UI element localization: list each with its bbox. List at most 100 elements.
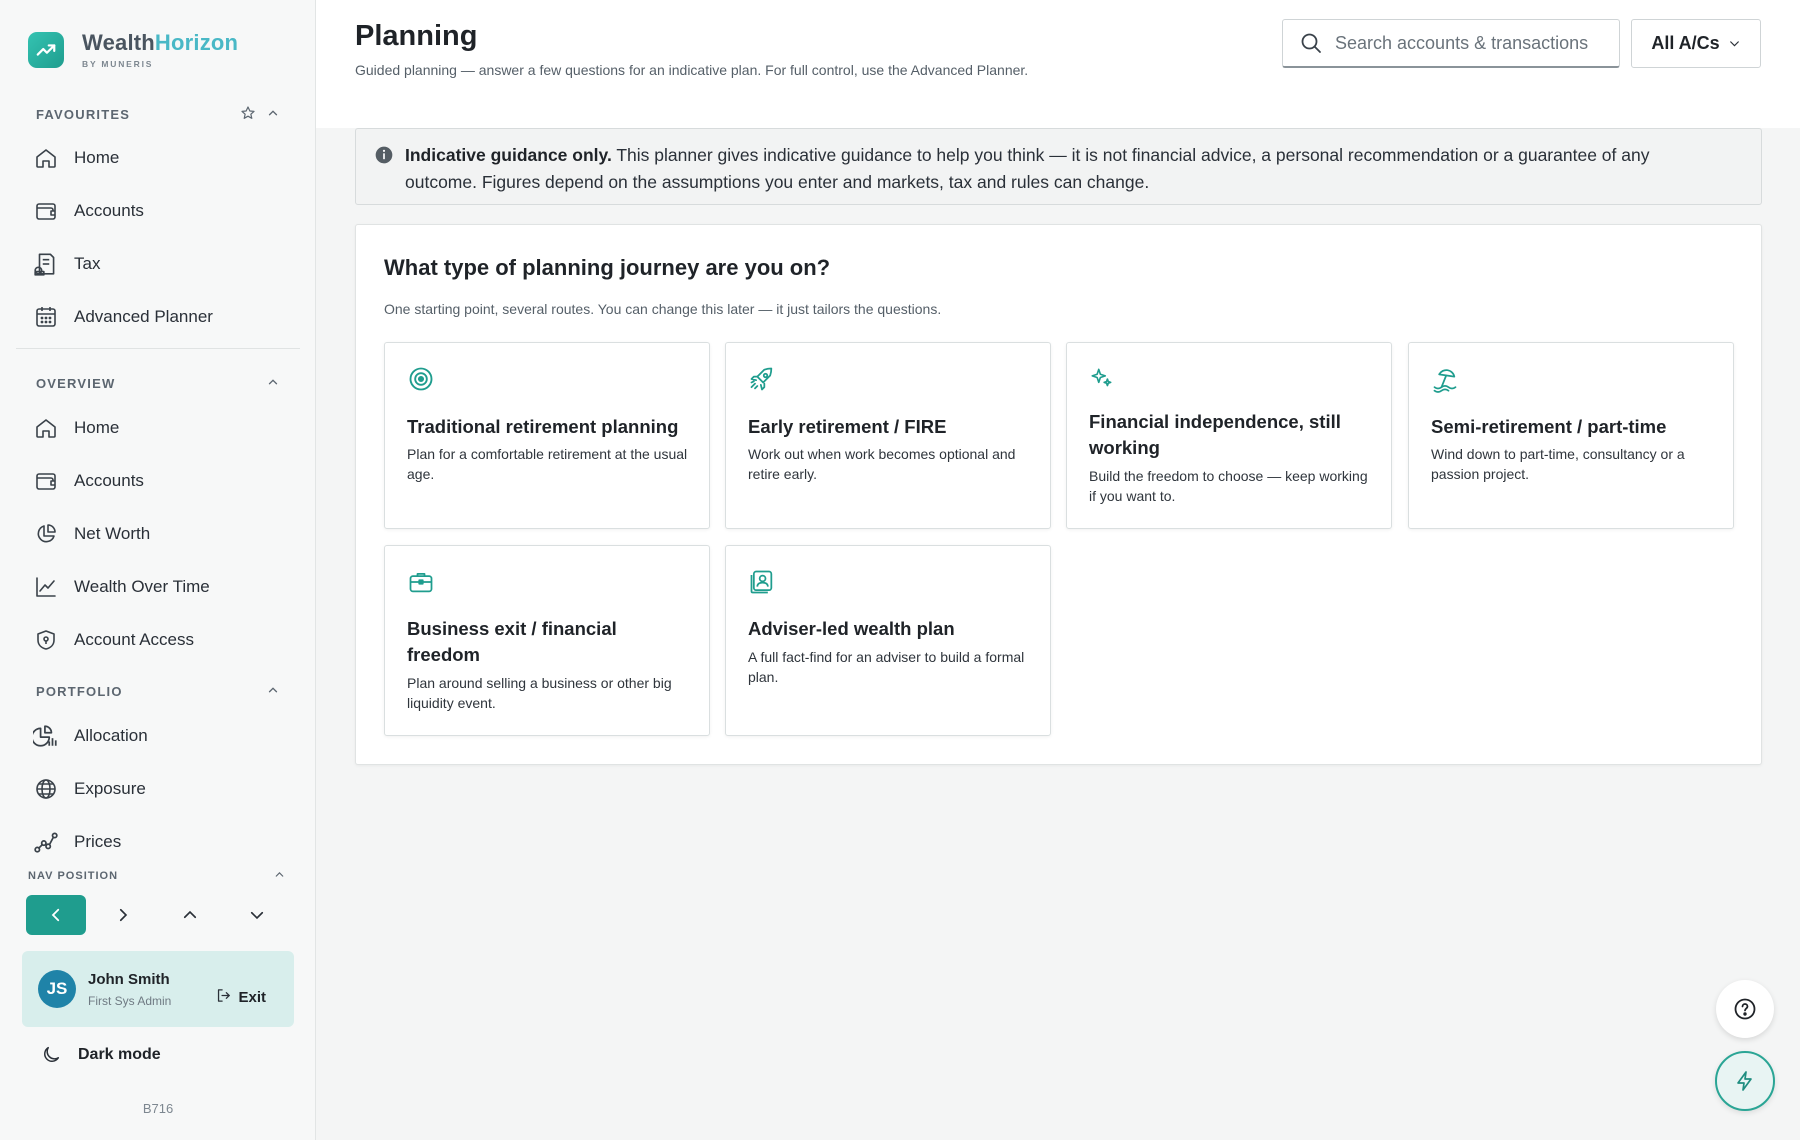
chevron-up-icon[interactable]: [266, 683, 280, 700]
pie-chart-icon: [32, 520, 60, 548]
dark-mode-toggle[interactable]: Dark mode: [40, 1044, 161, 1066]
tax-icon: [32, 250, 60, 278]
journey-card-title: Business exit / financial freedom: [407, 618, 617, 665]
journey-card-title: Traditional retirement planning: [407, 416, 679, 437]
trend-up-icon: [28, 31, 64, 68]
nav-position-header[interactable]: NAV POSITION: [28, 868, 286, 884]
sidebar-item-label: Accounts: [74, 471, 144, 490]
account-select-value: All A/Cs: [1651, 33, 1720, 53]
sidebar-item-label: Exposure: [74, 779, 146, 798]
account-select[interactable]: All A/Cs: [1631, 19, 1761, 68]
nav-position-title: NAV POSITION: [28, 870, 119, 882]
sidebar-item-label: Tax: [74, 254, 101, 273]
sidebar-item-home[interactable]: Home: [32, 406, 282, 450]
sidebar-item-fav-accounts[interactable]: Accounts: [32, 189, 282, 233]
nav-position-top-button[interactable]: [160, 895, 220, 935]
journey-card-title: Semi-retirement / part-time: [1431, 416, 1667, 437]
disclaimer-text: Indicative guidance only. This planner g…: [405, 142, 1721, 196]
help-icon: [1733, 997, 1757, 1021]
journey-card-desc: A full fact-find for an adviser to build…: [748, 649, 1025, 685]
sidebar-item-accounts[interactable]: Accounts: [32, 459, 282, 503]
journey-card-title: Adviser-led wealth plan: [748, 618, 955, 639]
sidebar-divider: [16, 348, 300, 349]
info-icon: [374, 145, 394, 170]
page-title: Planning: [355, 20, 478, 52]
sidebar-item-fav-advanced-planner[interactable]: Advanced Planner: [32, 295, 282, 339]
shield-icon: [32, 626, 60, 654]
sidebar-item-label: Advanced Planner: [74, 307, 213, 326]
logout-icon: [215, 987, 232, 1008]
search-icon: [1299, 31, 1323, 55]
sidebar-item-exposure[interactable]: Exposure: [32, 767, 282, 811]
journey-card-traditional-retirement[interactable]: Traditional retirement planning Plan for…: [384, 342, 710, 529]
journey-card-financial-independence[interactable]: Financial independence, still working Bu…: [1066, 342, 1392, 529]
nav-position-controls: [26, 895, 287, 935]
sidebar-item-prices[interactable]: Prices: [32, 820, 282, 864]
user-card: JS John Smith First Sys Admin Exit: [22, 951, 294, 1027]
sidebar-item-wealth-over-time[interactable]: Wealth Over Time: [32, 565, 282, 609]
chevron-up-icon[interactable]: [273, 868, 286, 884]
journey-panel: What type of planning journey are you on…: [355, 224, 1762, 765]
sidebar-item-label: Allocation: [74, 726, 148, 745]
chevron-down-icon: [1728, 37, 1741, 50]
journey-card-title: Financial independence, still working: [1089, 411, 1341, 458]
sidebar-item-account-access[interactable]: Account Access: [32, 618, 282, 662]
sidebar-item-label: Accounts: [74, 201, 144, 220]
exit-label: Exit: [238, 989, 266, 1006]
journey-card-adviser-led[interactable]: Adviser-led wealth plan A full fact-find…: [725, 545, 1051, 736]
build-version: B716: [142, 1101, 174, 1116]
brand-name: WealthHorizon: [82, 30, 239, 55]
portfolio-header[interactable]: PORTFOLIO: [36, 683, 280, 700]
exit-button[interactable]: Exit: [215, 987, 266, 1008]
nav-position-right-button[interactable]: [93, 895, 153, 935]
disclaimer-notice: Indicative guidance only. This planner g…: [355, 128, 1762, 205]
sidebar: WealthHorizon BY MUNERIS FAVOURITES Home…: [0, 0, 316, 1140]
star-icon[interactable]: [240, 105, 256, 124]
rocket-icon: [748, 365, 776, 393]
briefcase-icon: [407, 568, 435, 596]
favourites-header: FAVOURITES: [36, 105, 280, 124]
chevron-up-icon[interactable]: [266, 106, 280, 123]
sidebar-item-label: Prices: [74, 832, 122, 851]
nav-position-bottom-button[interactable]: [227, 895, 287, 935]
sparkles-icon: [1089, 365, 1117, 393]
page-subtitle: Guided planning — answer a few questions…: [355, 62, 1029, 78]
help-button[interactable]: [1716, 980, 1774, 1038]
adviser-icon: [748, 568, 776, 596]
journey-subtitle: One starting point, several routes. You …: [384, 301, 942, 317]
sidebar-item-label: Account Access: [74, 630, 195, 649]
overview-header[interactable]: OVERVIEW: [36, 375, 280, 392]
journey-card-desc: Plan for a comfortable retirement at the…: [407, 446, 688, 482]
calendar-icon: [32, 303, 60, 331]
journey-card-semi-retirement[interactable]: Semi-retirement / part-time Wind down to…: [1408, 342, 1734, 529]
brand-logo[interactable]: WealthHorizon BY MUNERIS: [28, 30, 238, 69]
chevron-up-icon[interactable]: [266, 375, 280, 392]
lightning-icon: [1733, 1069, 1757, 1093]
dark-mode-label: Dark mode: [78, 1046, 161, 1063]
sidebar-item-net-worth[interactable]: Net Worth: [32, 512, 282, 556]
journey-title: What type of planning journey are you on…: [384, 255, 831, 280]
journey-card-early-retirement[interactable]: Early retirement / FIRE Work out when wo…: [725, 342, 1051, 529]
disclaimer-bold: Indicative guidance only.: [405, 145, 612, 165]
search-box[interactable]: [1282, 19, 1620, 68]
sidebar-item-allocation[interactable]: Allocation: [32, 714, 282, 758]
user-role: First Sys Admin: [88, 993, 172, 1008]
top-bar: Planning Guided planning — answer a few …: [316, 0, 1800, 128]
journey-card-desc: Build the freedom to choose — keep worki…: [1089, 468, 1368, 504]
sidebar-item-fav-tax[interactable]: Tax: [32, 242, 282, 286]
sidebar-item-fav-home[interactable]: Home: [32, 136, 282, 180]
avatar[interactable]: JS: [38, 970, 76, 1008]
nav-position-left-button[interactable]: [26, 895, 86, 935]
overview-title: OVERVIEW: [36, 376, 116, 391]
quick-actions-button[interactable]: [1715, 1051, 1775, 1111]
journey-card-business-exit[interactable]: Business exit / financial freedom Plan a…: [384, 545, 710, 736]
search-input[interactable]: [1335, 32, 1595, 54]
wallet-icon: [32, 197, 60, 225]
journey-card-desc: Work out when work becomes optional and …: [748, 446, 1016, 482]
home-icon: [32, 144, 60, 172]
brand-sub: BY MUNERIS: [82, 59, 154, 69]
portfolio-title: PORTFOLIO: [36, 684, 123, 699]
home-icon: [32, 414, 60, 442]
sidebar-item-label: Home: [74, 148, 120, 167]
allocation-icon: [32, 722, 60, 750]
